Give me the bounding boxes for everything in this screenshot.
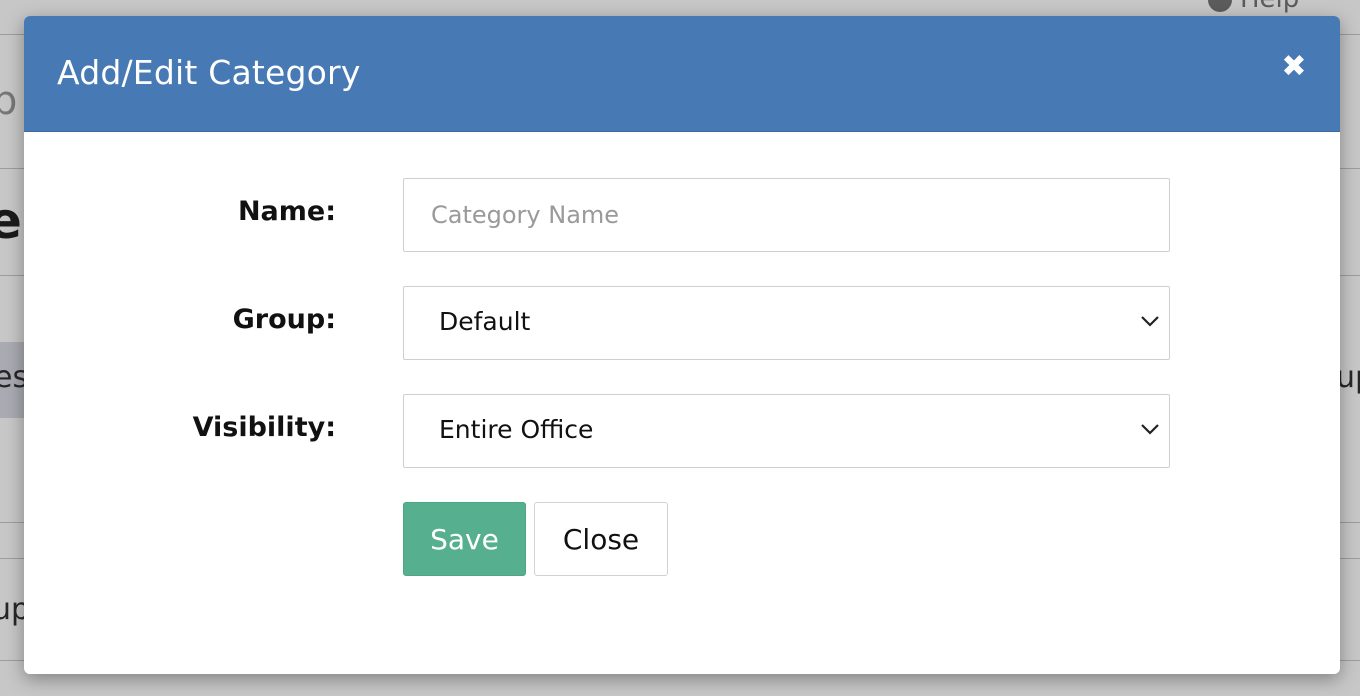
visibility-row: Visibility: Entire Office	[24, 394, 1340, 468]
category-name-input[interactable]	[403, 178, 1170, 252]
close-icon[interactable]: ✖	[1280, 52, 1308, 82]
name-row: Name:	[24, 178, 1340, 252]
group-row: Group: Default	[24, 286, 1340, 360]
save-button[interactable]: Save	[403, 502, 526, 576]
visibility-select-value: Entire Office	[439, 415, 594, 444]
group-select-value: Default	[439, 307, 531, 336]
chevron-down-icon	[1141, 424, 1159, 435]
chevron-down-icon	[1141, 316, 1159, 327]
visibility-label: Visibility:	[192, 412, 336, 443]
modal-title: Add/Edit Category	[57, 53, 361, 92]
visibility-select[interactable]: Entire Office	[403, 394, 1170, 468]
group-select[interactable]: Default	[403, 286, 1170, 360]
modal-header: Add/Edit Category ✖	[24, 16, 1340, 132]
name-label: Name:	[237, 196, 336, 227]
close-button[interactable]: Close	[534, 502, 668, 576]
group-label: Group:	[232, 304, 336, 335]
add-edit-category-dialog: Add/Edit Category ✖ Name: Group: Default…	[24, 16, 1340, 674]
